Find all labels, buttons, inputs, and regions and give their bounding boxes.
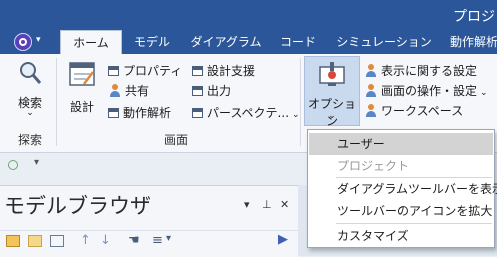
- user-settings-icon: [364, 83, 378, 98]
- menu-item-user[interactable]: ユーザー: [309, 133, 493, 155]
- tab-diagram[interactable]: ダイアグラム: [190, 30, 262, 54]
- design-label: 設計: [69, 100, 94, 114]
- workspace-label: ワークスペース: [381, 104, 464, 118]
- close-icon[interactable]: ✕: [280, 198, 289, 211]
- tab-home[interactable]: ホーム: [60, 30, 122, 54]
- properties-label: プロパティ: [123, 64, 183, 78]
- chevron-down-icon: ▾: [36, 35, 41, 45]
- title-bar: プロジ: [0, 0, 497, 30]
- group-separator: [300, 58, 301, 146]
- tab-analysis[interactable]: 動作解析: [446, 30, 497, 54]
- magnifier-icon: [20, 62, 42, 84]
- search-button[interactable]: 検索 ⌄: [8, 58, 52, 120]
- menu-item-show-diagram-toolbar[interactable]: ダイアグラムツールバーを表示: [309, 178, 497, 200]
- share-button[interactable]: 共有: [108, 82, 149, 100]
- design-support-label: 設計支援: [207, 64, 256, 78]
- group-label-screen: 画面: [163, 133, 188, 147]
- tab-simulation[interactable]: シミュレーション: [334, 30, 434, 54]
- folder-icon[interactable]: [28, 235, 42, 247]
- window-icon: [192, 85, 203, 96]
- user-icon: [108, 83, 122, 98]
- menu-item-enlarge-toolbar-icons[interactable]: ツールバーのアイコンを拡大: [309, 200, 493, 222]
- perspective-button[interactable]: パースペクテ... ⌄: [192, 104, 300, 122]
- tab-code[interactable]: コード: [278, 30, 318, 54]
- display-settings-label: 表示に関する設定: [381, 64, 478, 78]
- tab-model[interactable]: モデル: [130, 30, 174, 54]
- chevron-down-icon: ⌄: [328, 111, 336, 121]
- menu-separator: [336, 223, 492, 224]
- user-settings-icon: [364, 103, 378, 118]
- user-settings-icon: [364, 63, 378, 78]
- tree-view-icon[interactable]: [50, 235, 64, 247]
- output-label: 出力: [207, 84, 232, 98]
- model-browser-panel: モデルブラウザ ▾ ⊥ ✕ ↑ ↓ ☚ ≡ ▾ ▶: [0, 185, 298, 257]
- app-menu-button[interactable]: ▾: [8, 32, 46, 52]
- panel-title: モデルブラウザ: [4, 194, 151, 218]
- perspective-label: パースペクテ...: [207, 106, 290, 120]
- chevron-down-icon[interactable]: ▾: [166, 233, 171, 244]
- pin-icon[interactable]: ⊥: [262, 198, 272, 211]
- chevron-down-icon: ⌄: [26, 108, 34, 118]
- design-support-button[interactable]: 設計支援: [192, 62, 255, 80]
- group-label-explore: 探索: [17, 133, 42, 147]
- display-settings-button[interactable]: 表示に関する設定: [364, 62, 477, 80]
- screen-operation-button[interactable]: 画面の操作・設定 ⌄: [364, 82, 488, 100]
- play-icon[interactable]: ▶: [278, 232, 288, 247]
- panel-menu-icon[interactable]: ▾: [244, 198, 250, 211]
- group-separator: [56, 58, 57, 146]
- menu-item-customize[interactable]: カスタマイズ: [309, 225, 493, 247]
- window-icon: [108, 65, 119, 76]
- arrow-up-icon[interactable]: ↑: [80, 233, 91, 248]
- window-icon: [108, 107, 119, 118]
- ribbon-tab-row: ▾ ホーム モデル ダイアグラム コード シミュレーション 動作解析: [0, 30, 497, 54]
- list-icon[interactable]: ≡: [152, 233, 163, 248]
- menu-item-project: プロジェクト: [337, 159, 410, 173]
- properties-button[interactable]: プロパティ: [108, 62, 182, 80]
- window-title: プロジ: [453, 9, 495, 25]
- analysis-button[interactable]: 動作解析: [108, 104, 171, 122]
- grid-icon: [192, 107, 203, 118]
- browser-toolbar: ↑ ↓ ☚ ≡ ▾ ▶: [0, 230, 298, 255]
- design-icon: [69, 62, 95, 86]
- new-folder-icon[interactable]: [6, 235, 20, 247]
- design-button[interactable]: 設計: [62, 58, 102, 114]
- workspace-button[interactable]: ワークスペース: [364, 102, 463, 120]
- quick-access-dropdown-icon[interactable]: ▾: [34, 157, 39, 168]
- status-circle-icon[interactable]: [8, 160, 18, 170]
- monitor-settings-icon: [319, 62, 345, 86]
- options-button[interactable]: オプション ⌄: [304, 56, 360, 128]
- analysis-label: 動作解析: [123, 106, 172, 120]
- screen-operation-label: 画面の操作・設定: [381, 84, 478, 98]
- chevron-down-icon: ⌄: [480, 88, 488, 98]
- app-logo-icon: [14, 33, 32, 51]
- hand-icon[interactable]: ☚: [128, 233, 140, 248]
- arrow-down-icon[interactable]: ↓: [100, 233, 111, 248]
- options-dropdown-menu: ユーザー プロジェクト ダイアグラムツールバーを表示 ツールバーのアイコンを拡大…: [307, 129, 497, 248]
- window-icon: [192, 65, 203, 76]
- share-label: 共有: [125, 84, 150, 98]
- chevron-down-icon: ⌄: [292, 110, 300, 120]
- output-button[interactable]: 出力: [192, 82, 231, 100]
